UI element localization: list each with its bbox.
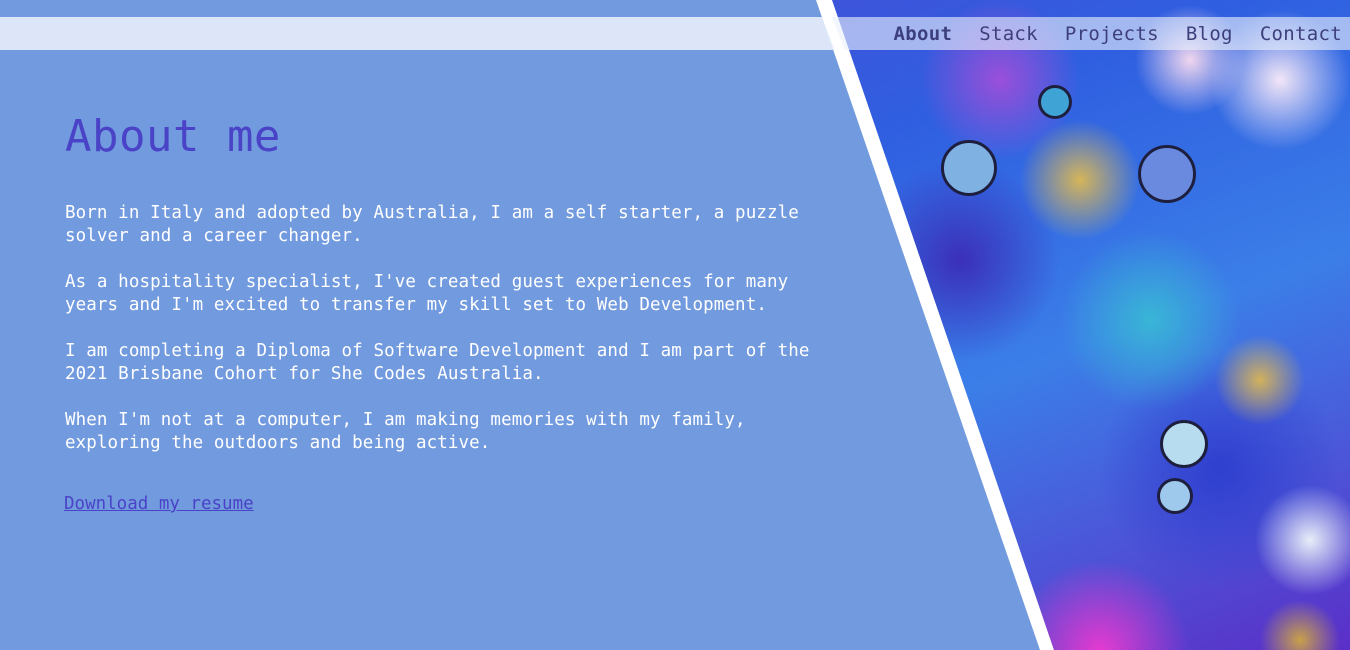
- about-section: About me Born in Italy and adopted by Au…: [65, 108, 835, 478]
- nav-item-about[interactable]: About: [894, 23, 953, 45]
- download-resume-link[interactable]: Download my resume: [64, 494, 254, 514]
- main-nav: About Stack Projects Blog Contact: [867, 17, 1342, 50]
- nav-item-contact[interactable]: Contact: [1260, 23, 1342, 45]
- art-bubble: [1038, 85, 1072, 119]
- about-paragraph-family: When I'm not at a computer, I am making …: [65, 410, 746, 453]
- art-bubble: [1138, 145, 1196, 203]
- about-paragraph-diploma: I am completing a Diploma of Software De…: [65, 341, 810, 384]
- nav-item-stack[interactable]: Stack: [979, 23, 1038, 45]
- art-bubble: [1160, 420, 1208, 468]
- about-paragraph-origin: Born in Italy and adopted by Australia, …: [65, 203, 799, 246]
- nav-item-blog[interactable]: Blog: [1186, 23, 1233, 45]
- page-title: About me: [65, 111, 281, 162]
- art-bubble: [941, 140, 997, 196]
- nav-item-projects[interactable]: Projects: [1065, 23, 1159, 45]
- about-paragraph-hospitality: As a hospitality specialist, I've create…: [65, 272, 789, 315]
- art-bubble: [1157, 478, 1193, 514]
